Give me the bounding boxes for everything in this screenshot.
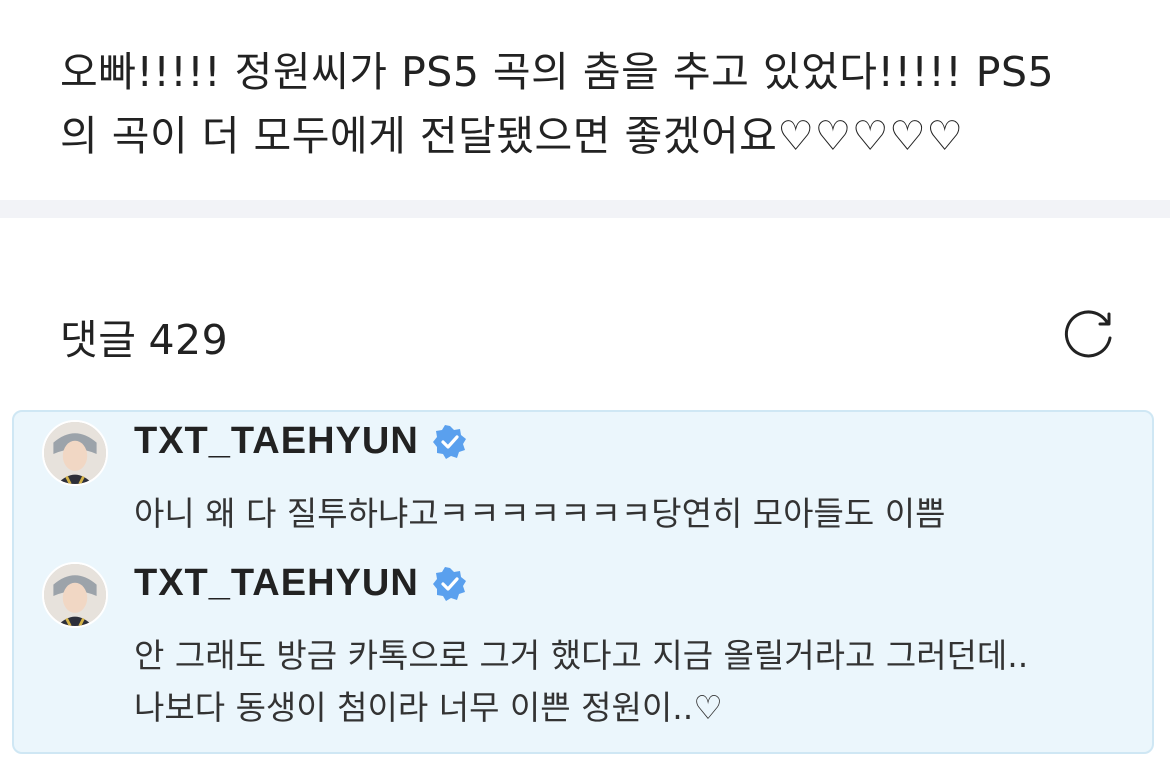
comment-text: 아니 왜 다 질투하냐고ㅋㅋㅋㅋㅋㅋㅋ당연히 모아들도 이쁨	[134, 494, 946, 533]
comments-title-label: 댓글	[60, 316, 137, 364]
artist-replies-box: TXT_TAEHYUN 아니 왜 다 질투하냐고ㅋㅋㅋㅋㅋㅋㅋ당연히 모아들도 …	[12, 410, 1154, 754]
comment-author[interactable]: TXT_TAEHYUN	[134, 420, 467, 463]
avatar[interactable]	[42, 562, 108, 628]
comments-count: 429	[148, 316, 229, 364]
author-name[interactable]: TXT_TAEHYUN	[134, 562, 419, 605]
comments-title: 댓글 429	[60, 306, 228, 366]
comment-author[interactable]: TXT_TAEHYUN	[134, 562, 467, 605]
refresh-button[interactable]	[1056, 300, 1120, 364]
comments-header: 댓글 429	[60, 300, 1120, 364]
verified-badge-icon	[432, 566, 466, 601]
avatar[interactable]	[42, 420, 108, 486]
refresh-icon	[1064, 310, 1112, 358]
section-divider	[0, 200, 1170, 218]
verified-badge-icon	[432, 424, 466, 459]
author-name[interactable]: TXT_TAEHYUN	[134, 420, 419, 463]
post-text: 오빠!!!!! 정원씨가 PS5 곡의 춤을 추고 있었다!!!!! PS5 의…	[60, 48, 1055, 160]
comment-text: 안 그래도 방금 카톡으로 그거 했다고 지금 올릴거라고 그러던데.. 나보다…	[134, 636, 1029, 727]
